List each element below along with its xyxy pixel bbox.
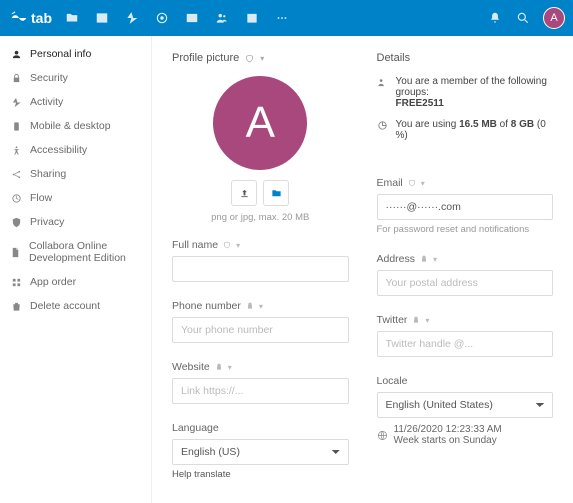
chevron-down-icon[interactable]: ▾: [228, 363, 232, 372]
chevron-down-icon[interactable]: ▾: [236, 241, 240, 250]
chevron-down-icon[interactable]: ▾: [259, 302, 263, 311]
chevron-down-icon[interactable]: ▾: [421, 179, 425, 188]
profile-picture-title: Profile picture ▾: [172, 52, 349, 64]
chevron-down-icon[interactable]: ▾: [260, 54, 264, 63]
language-label: Language: [172, 422, 349, 434]
sidebar-item-label: Activity: [30, 96, 63, 108]
talk-icon[interactable]: [148, 4, 176, 32]
avatar: A: [213, 76, 307, 170]
sidebar-item-label: Delete account: [30, 300, 100, 312]
left-column: Profile picture ▾ A png or jpg, max. 20 …: [172, 52, 349, 487]
phone-input[interactable]: [172, 317, 349, 343]
details-title: Details: [377, 52, 554, 64]
sidebar-item-delete-account[interactable]: Delete account: [0, 294, 151, 318]
lock-icon[interactable]: [420, 255, 428, 263]
lock-icon[interactable]: [215, 363, 223, 371]
more-icon[interactable]: [268, 4, 296, 32]
settings-sidebar: Personal info Security Activity Mobile &…: [0, 36, 152, 503]
sidebar-item-mobile-desktop[interactable]: Mobile & desktop: [0, 114, 151, 138]
sidebar-item-privacy[interactable]: Privacy: [0, 210, 151, 234]
pie-icon: [377, 120, 388, 131]
trash-icon: [10, 301, 22, 312]
photos-icon[interactable]: [88, 4, 116, 32]
brand-name: tab: [31, 10, 52, 26]
lock-icon[interactable]: [246, 302, 254, 310]
sidebar-item-label: Personal info: [30, 48, 91, 60]
topbar: tab A: [0, 0, 573, 36]
groups-info: You are a member of the following groups…: [377, 76, 554, 109]
search-icon[interactable]: [509, 4, 537, 32]
sidebar-item-collabora[interactable]: Collabora Online Development Edition: [0, 234, 151, 270]
language-select[interactable]: English (US): [172, 439, 349, 465]
sidebar-item-accessibility[interactable]: Accessibility: [0, 138, 151, 162]
group-icon: [377, 77, 388, 88]
files-icon[interactable]: [58, 4, 86, 32]
calendar-icon[interactable]: [238, 4, 266, 32]
address-input[interactable]: [377, 270, 554, 296]
accessibility-icon: [10, 145, 22, 156]
sidebar-item-label: Sharing: [30, 168, 66, 180]
twitter-label: Twitter ▾: [377, 314, 554, 326]
website-input[interactable]: [172, 378, 349, 404]
chevron-down-icon[interactable]: ▾: [433, 255, 437, 264]
sidebar-item-label: Mobile & desktop: [30, 120, 111, 132]
chevron-down-icon[interactable]: ▾: [425, 316, 429, 325]
brand-logo[interactable]: tab: [8, 7, 52, 29]
sidebar-item-security[interactable]: Security: [0, 66, 151, 90]
activity-icon[interactable]: [118, 4, 146, 32]
address-label: Address ▾: [377, 253, 554, 265]
user-avatar-menu[interactable]: A: [543, 7, 565, 29]
locale-label: Locale: [377, 375, 554, 387]
sidebar-item-label: Accessibility: [30, 144, 87, 156]
locale-info: 11/26/2020 12:23:33 AMWeek starts on Sun…: [377, 424, 554, 446]
scope-icon[interactable]: [223, 241, 231, 249]
lock-icon: [10, 73, 22, 84]
document-icon: [10, 247, 21, 258]
email-hint: For password reset and notifications: [377, 224, 554, 235]
sidebar-item-label: Collabora Online Development Edition: [29, 240, 141, 264]
locale-select[interactable]: English (United States): [377, 392, 554, 418]
full-name-input[interactable]: [172, 256, 349, 282]
sidebar-item-label: Flow: [30, 192, 52, 204]
right-column: Details You are a member of the followin…: [377, 52, 554, 487]
top-nav: [58, 4, 296, 32]
mail-icon[interactable]: [178, 4, 206, 32]
flow-icon: [10, 193, 22, 204]
share-icon: [10, 169, 22, 180]
notifications-icon[interactable]: [481, 4, 509, 32]
phone-label: Phone number ▾: [172, 300, 349, 312]
sidebar-item-flow[interactable]: Flow: [0, 186, 151, 210]
sidebar-item-personal-info[interactable]: Personal info: [0, 42, 151, 66]
sidebar-item-label: Security: [30, 72, 68, 84]
twitter-input[interactable]: [377, 331, 554, 357]
main-content: Profile picture ▾ A png or jpg, max. 20 …: [152, 36, 573, 503]
help-translate-link[interactable]: Help translate: [172, 469, 231, 480]
choose-from-files-button[interactable]: [263, 180, 289, 206]
scope-icon[interactable]: [408, 179, 416, 187]
scope-icon[interactable]: [245, 54, 254, 63]
shield-icon: [10, 217, 22, 228]
storage-info: You are using 16.5 MB of 8 GB (0 %): [377, 119, 554, 141]
contacts-icon[interactable]: [208, 4, 236, 32]
sidebar-item-sharing[interactable]: Sharing: [0, 162, 151, 186]
sidebar-item-app-order[interactable]: App order: [0, 270, 151, 294]
lightning-icon: [10, 97, 22, 108]
profile-picture-area: A png or jpg, max. 20 MB: [172, 76, 349, 223]
upload-picture-button[interactable]: [231, 180, 257, 206]
user-icon: [10, 49, 22, 60]
picture-hint: png or jpg, max. 20 MB: [211, 212, 309, 223]
lock-icon[interactable]: [412, 316, 420, 324]
sidebar-item-activity[interactable]: Activity: [0, 90, 151, 114]
grid-icon: [10, 277, 22, 288]
phone-icon: [10, 121, 22, 132]
sidebar-item-label: App order: [30, 276, 76, 288]
email-input[interactable]: [377, 194, 554, 220]
website-label: Website ▾: [172, 361, 349, 373]
sidebar-item-label: Privacy: [30, 216, 64, 228]
full-name-label: Full name ▾: [172, 239, 349, 251]
globe-icon: [377, 430, 388, 441]
email-label: Email ▾: [377, 177, 554, 189]
